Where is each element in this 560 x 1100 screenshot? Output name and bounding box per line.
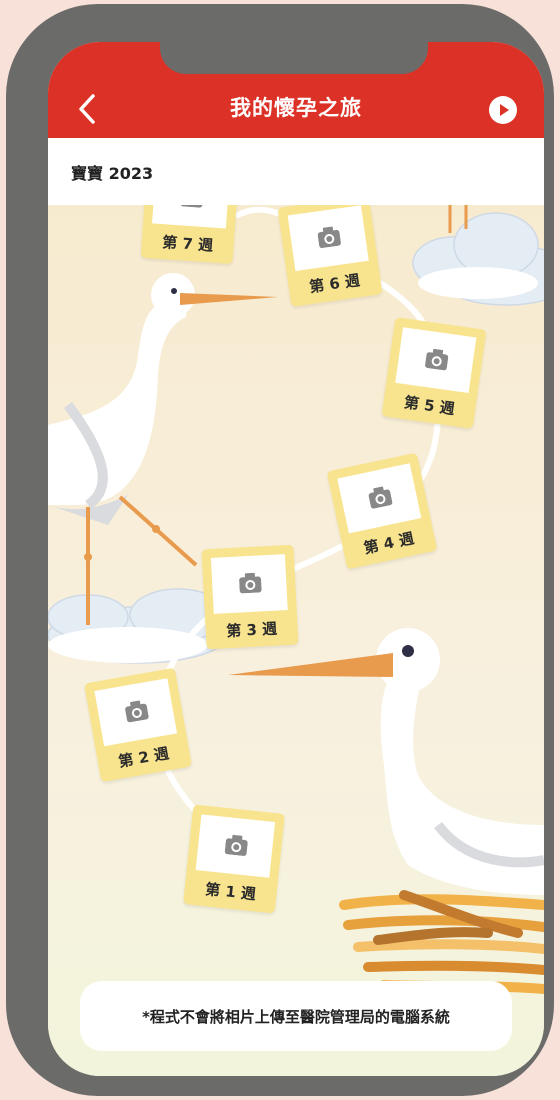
week-frame-1[interactable]: 第 1 週 <box>183 804 285 914</box>
privacy-disclaimer: *程式不會將相片上傳至醫院管理局的電腦系統 <box>80 981 512 1051</box>
phone-frame: 我的懷孕之旅 寶寶 2023 第 7 週 第 6 週 第 5 週 第 4 週 第… <box>6 4 554 1096</box>
album-bar: 寶寶 2023 <box>48 138 544 205</box>
play-button[interactable] <box>488 95 518 125</box>
camera-icon <box>368 486 393 509</box>
camera-icon <box>239 572 262 594</box>
camera-icon <box>180 205 204 208</box>
week-frame-3[interactable]: 第 3 週 <box>201 544 299 650</box>
app-screen: 我的懷孕之旅 寶寶 2023 第 7 週 第 6 週 第 5 週 第 4 週 第… <box>48 42 544 1076</box>
camera-icon <box>425 348 449 371</box>
camera-icon <box>317 226 341 249</box>
photo-slot <box>395 327 477 394</box>
photo-slot <box>195 814 276 878</box>
week-frame-7[interactable]: 第 7 週 <box>140 205 240 265</box>
camera-icon <box>224 834 248 856</box>
journey-scene: 第 7 週 第 6 週 第 5 週 第 4 週 第 3 週 第 2 週 第 1 … <box>48 205 544 1076</box>
nest <box>339 890 544 994</box>
app-header: 我的懷孕之旅 <box>48 42 544 138</box>
album-name[interactable]: 寶寶 2023 <box>71 160 153 184</box>
page-title: 我的懷孕之旅 <box>230 96 362 120</box>
phone-notch <box>160 42 428 74</box>
week-frame-5[interactable]: 第 5 週 <box>381 317 487 429</box>
week-label: 第 7 週 <box>161 233 214 255</box>
photo-slot <box>210 554 288 614</box>
camera-icon <box>125 700 149 723</box>
week-label: 第 5 週 <box>402 393 456 419</box>
photo-slot <box>337 463 422 534</box>
week-frame-2[interactable]: 第 2 週 <box>84 667 192 783</box>
photo-slot <box>94 678 178 747</box>
play-circle-icon <box>489 96 517 124</box>
photo-slot <box>152 205 230 229</box>
week-label: 第 3 週 <box>225 619 278 641</box>
week-label: 第 6 週 <box>308 271 362 297</box>
photo-slot <box>287 205 369 272</box>
week-frame-6[interactable]: 第 6 週 <box>277 205 383 307</box>
week-label: 第 1 週 <box>204 880 257 904</box>
